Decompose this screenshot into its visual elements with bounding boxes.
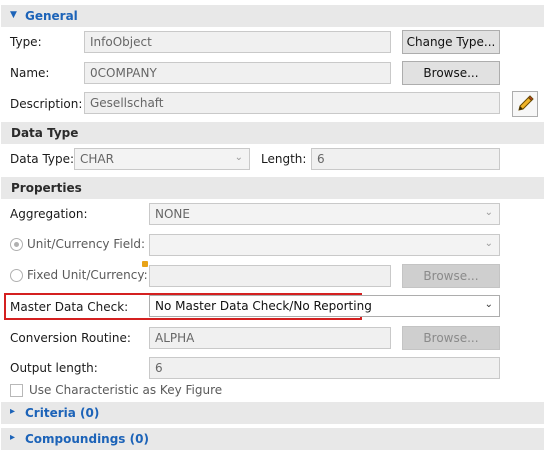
section-properties-title: Properties — [11, 181, 82, 195]
master-data-check-combo[interactable]: No Master Data Check/No Reporting ⌄ — [149, 295, 500, 317]
conversion-routine-field: ALPHA — [149, 327, 391, 349]
chevron-right-icon[interactable]: ▸ — [10, 432, 15, 443]
name-label: Name: — [10, 66, 50, 80]
fixed-unit-field[interactable] — [149, 265, 391, 287]
warning-decoration-icon — [142, 261, 148, 267]
fixed-unit-browse-button[interactable]: Browse... — [402, 264, 500, 288]
type-field: InfoObject — [84, 31, 391, 53]
unit-currency-combo[interactable]: ⌄ — [149, 234, 500, 256]
chevron-right-icon[interactable]: ▸ — [10, 406, 15, 417]
fixed-unit-radio[interactable] — [10, 269, 23, 282]
change-type-button[interactable]: Change Type... — [402, 30, 500, 54]
unit-currency-label: Unit/Currency Field: — [27, 237, 146, 251]
edit-description-button[interactable] — [512, 91, 538, 117]
length-field[interactable]: 6 — [311, 148, 500, 170]
conversion-routine-label: Conversion Routine: — [10, 331, 131, 345]
name-browse-button[interactable]: Browse... — [402, 61, 500, 85]
type-label: Type: — [10, 35, 42, 49]
output-length-label: Output length: — [10, 361, 98, 375]
name-field: 0COMPANY — [84, 62, 391, 84]
aggregation-label: Aggregation: — [10, 207, 88, 221]
section-properties-header: Properties — [1, 177, 544, 199]
chevron-down-icon: ⌄ — [234, 152, 243, 163]
pencil-icon — [518, 95, 534, 111]
data-type-value: CHAR — [80, 152, 114, 166]
section-data-type-header: Data Type — [1, 122, 544, 144]
section-data-type-title: Data Type — [11, 126, 79, 140]
key-figure-label: Use Characteristic as Key Figure — [29, 383, 223, 397]
data-type-combo[interactable]: CHAR ⌄ — [74, 148, 250, 170]
section-general-header[interactable]: ▼ General — [1, 5, 544, 27]
unit-currency-radio[interactable] — [10, 238, 23, 251]
section-criteria-title: Criteria (0) — [25, 406, 100, 420]
output-length-field: 6 — [149, 357, 500, 379]
section-general-title: General — [25, 9, 78, 23]
key-figure-checkbox[interactable] — [10, 384, 23, 397]
fixed-unit-label: Fixed Unit/Currency: — [27, 268, 148, 282]
conversion-browse-button[interactable]: Browse... — [402, 326, 500, 350]
chevron-down-icon: ⌄ — [484, 299, 493, 310]
description-field[interactable]: Gesellschaft — [84, 92, 500, 114]
section-compoundings-title: Compoundings (0) — [25, 432, 149, 446]
length-label: Length: — [261, 152, 307, 166]
section-compoundings-header[interactable]: ▸ Compoundings (0) — [1, 428, 544, 450]
section-criteria-header[interactable]: ▸ Criteria (0) — [1, 402, 544, 424]
chevron-down-icon[interactable]: ▼ — [10, 10, 17, 20]
aggregation-value: NONE — [155, 207, 190, 221]
description-label: Description: — [10, 97, 83, 111]
chevron-down-icon: ⌄ — [484, 207, 493, 218]
chevron-down-icon: ⌄ — [484, 238, 493, 249]
master-data-check-label: Master Data Check: — [10, 300, 129, 314]
master-data-check-value: No Master Data Check/No Reporting — [155, 299, 372, 313]
aggregation-combo[interactable]: NONE ⌄ — [149, 203, 500, 225]
data-type-label: Data Type: — [10, 152, 75, 166]
